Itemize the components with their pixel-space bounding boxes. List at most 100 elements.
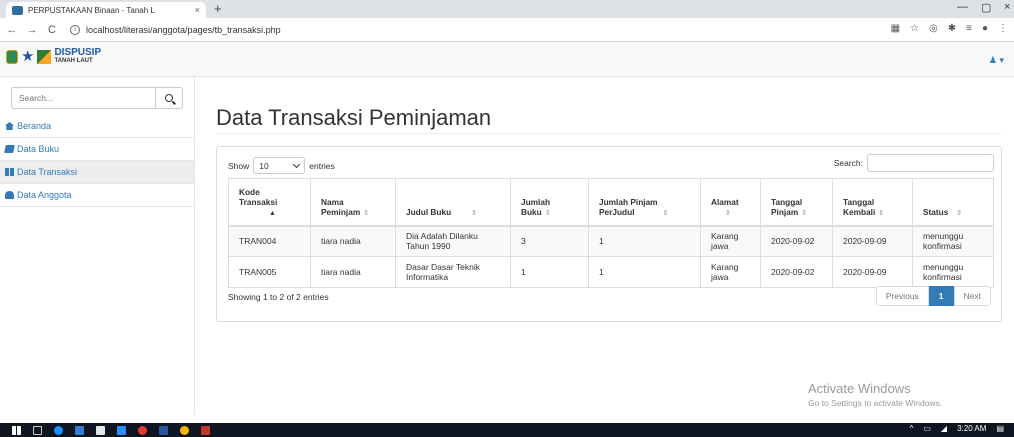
page-title: Data Transaksi Peminjaman xyxy=(216,105,492,130)
edge-icon[interactable] xyxy=(54,425,63,435)
search-button[interactable] xyxy=(155,87,183,109)
page-1-button[interactable]: 1 xyxy=(928,286,954,306)
search-icon xyxy=(165,94,173,102)
system-tray: ^ ▭ ◢ 3:20 AM ▤ xyxy=(910,424,1004,433)
minimize-button[interactable]: — xyxy=(957,1,968,13)
browser-tab[interactable]: PERPUSTAKAAN Binaan - Tanah L × xyxy=(6,2,206,18)
column-header-jumlah-pinjam-perjudul[interactable]: Jumlah Pinjam PerJudul ⇕ xyxy=(588,178,701,227)
search-input[interactable] xyxy=(11,87,155,109)
home-icon xyxy=(5,122,14,130)
table-row: TRAN005 tiara nadia Dasar Dasar Teknik I… xyxy=(228,256,994,288)
window-close-button[interactable]: × xyxy=(1004,1,1010,13)
word-icon[interactable] xyxy=(159,425,168,435)
cell-nama-peminjam: tiara nadia xyxy=(310,225,396,257)
opera-icon[interactable] xyxy=(138,425,147,435)
reading-list-icon[interactable]: ≡ xyxy=(966,23,972,34)
forward-icon[interactable]: → xyxy=(24,24,40,36)
page-length-value: 10 xyxy=(259,160,269,171)
cell-nama-peminjam: tiara nadia xyxy=(310,256,396,288)
column-header-tanggal-kembali[interactable]: Tanggal Kembali ⇕ xyxy=(832,178,913,227)
tab-close-icon[interactable]: × xyxy=(195,5,200,15)
app-navbar: ★ DISPUSIP TANAH LAUT ♟ ▾ xyxy=(0,42,1014,77)
logo[interactable]: ★ DISPUSIP TANAH LAUT xyxy=(6,48,101,66)
transactions-panel: Show 10 entries Search: Kode Transaksi ▲ xyxy=(216,146,1002,322)
column-header-line: Nama xyxy=(321,196,344,207)
new-tab-button[interactable]: + xyxy=(214,1,222,16)
chevron-up-icon[interactable]: ^ xyxy=(910,424,914,433)
wifi-icon[interactable]: ◢ xyxy=(941,424,947,433)
table-header-row: Kode Transaksi ▲ Nama Peminjam ⇕ Judul Bu… xyxy=(228,178,994,227)
url-text[interactable]: localhost/literasi/anggota/pages/tb_tran… xyxy=(86,25,281,35)
column-header-line: Peminjam xyxy=(321,206,361,217)
bookmark-star-icon[interactable]: ☆ xyxy=(910,23,919,34)
reload-icon[interactable]: C xyxy=(44,24,60,36)
sort-icon: ⇕ xyxy=(801,209,808,217)
browser-tab-bar: PERPUSTAKAAN Binaan - Tanah L × + — ▢ × xyxy=(0,0,1014,18)
sidebar-search xyxy=(11,87,183,109)
watermark-subtitle: Go to Settings to activate Windows. xyxy=(808,398,943,408)
windows-start-icon[interactable] xyxy=(12,425,21,435)
app-icon[interactable] xyxy=(201,425,210,435)
column-header-judul-buku[interactable]: Judul Buku ⇕ xyxy=(395,178,511,227)
sidebar-item-data-buku[interactable]: Data Buku xyxy=(0,138,194,161)
translate-icon[interactable]: ▦ xyxy=(891,23,900,34)
emblem-icon xyxy=(6,50,18,64)
table-search: Search: xyxy=(834,154,994,172)
chevron-down-icon xyxy=(293,160,301,168)
logo-text: DISPUSIP TANAH LAUT xyxy=(54,48,101,66)
back-icon[interactable]: ← xyxy=(4,24,20,36)
mail-icon[interactable] xyxy=(117,425,126,435)
entries-label: entries xyxy=(309,160,335,171)
column-header-line: Pinjam xyxy=(771,206,799,217)
column-header-line: Kembali xyxy=(843,206,876,217)
activate-windows-watermark: Activate Windows Go to Settings to activ… xyxy=(808,381,942,408)
task-view-icon[interactable] xyxy=(33,425,42,435)
previous-button[interactable]: Previous xyxy=(875,286,929,306)
table-search-input[interactable] xyxy=(867,154,994,172)
sidebar-item-data-transaksi[interactable]: Data Transaksi xyxy=(0,161,194,184)
column-header-alamat[interactable]: Alamat ⇕ xyxy=(700,178,761,227)
column-header-kode-transaksi[interactable]: Kode Transaksi ▲ xyxy=(228,178,311,227)
sort-icon: ⇕ xyxy=(725,209,731,217)
browser-menu-icon[interactable]: ⋮ xyxy=(998,23,1008,34)
clock[interactable]: 3:20 AM xyxy=(957,424,986,433)
maximize-button[interactable]: ▢ xyxy=(981,1,991,14)
pagination: Previous 1 Next xyxy=(875,286,991,306)
store-icon[interactable] xyxy=(96,425,105,435)
logo-subtitle: TANAH LAUT xyxy=(54,58,93,64)
sidebar-item-data-anggota[interactable]: Data Anggota xyxy=(0,184,194,207)
column-header-tanggal-pinjam[interactable]: Tanggal Pinjam ⇕ xyxy=(760,178,833,227)
user-icon xyxy=(5,191,14,199)
extension-icon[interactable]: ◎ xyxy=(929,23,938,34)
puzzle-icon[interactable]: ✱ xyxy=(948,23,956,34)
sidebar-item-label: Data Buku xyxy=(17,144,60,154)
battery-icon[interactable]: ▭ xyxy=(923,424,931,433)
user-menu-button[interactable]: ♟ ▾ xyxy=(989,55,1004,66)
cell-status: menunggu konfirmasi xyxy=(912,225,994,257)
next-button[interactable]: Next xyxy=(953,286,991,306)
sidebar-item-label: Data Anggota xyxy=(17,190,72,200)
watermark-title: Activate Windows xyxy=(808,381,911,396)
page-length-select[interactable]: 10 xyxy=(253,157,306,174)
profile-icon[interactable]: ● xyxy=(982,23,988,34)
sort-asc-icon: ▲ xyxy=(269,209,276,217)
column-header-nama-peminjam[interactable]: Nama Peminjam ⇕ xyxy=(310,178,396,227)
sort-icon: ⇕ xyxy=(544,209,551,217)
tab-title: PERPUSTAKAAN Binaan - Tanah L xyxy=(28,5,155,15)
column-header-jumlah-buku[interactable]: Jumlah Buku ⇕ xyxy=(510,178,589,227)
file-explorer-icon[interactable] xyxy=(75,425,84,435)
info-icon[interactable]: i xyxy=(70,24,80,35)
cell-tanggal-pinjam: 2020-09-02 xyxy=(760,256,833,288)
notification-icon[interactable]: ▤ xyxy=(996,424,1004,433)
sort-icon: ⇕ xyxy=(363,209,370,217)
cell-kode-transaksi: TRAN004 xyxy=(228,225,311,257)
table-row: TRAN004 tiara nadia Dia Adalah Dilanku T… xyxy=(228,225,994,257)
cell-tanggal-kembali: 2020-09-09 xyxy=(832,256,913,288)
sidebar-item-beranda[interactable]: Beranda xyxy=(0,115,194,138)
column-header-status[interactable]: Status ⇕ xyxy=(912,178,994,227)
url-field[interactable]: i localhost/literasi/anggota/pages/tb_tr… xyxy=(70,24,281,35)
sort-icon: ⇕ xyxy=(878,209,885,217)
book-icon xyxy=(4,145,15,153)
cell-status: menunggu konfirmasi xyxy=(912,256,994,288)
chrome-icon[interactable] xyxy=(180,425,189,435)
